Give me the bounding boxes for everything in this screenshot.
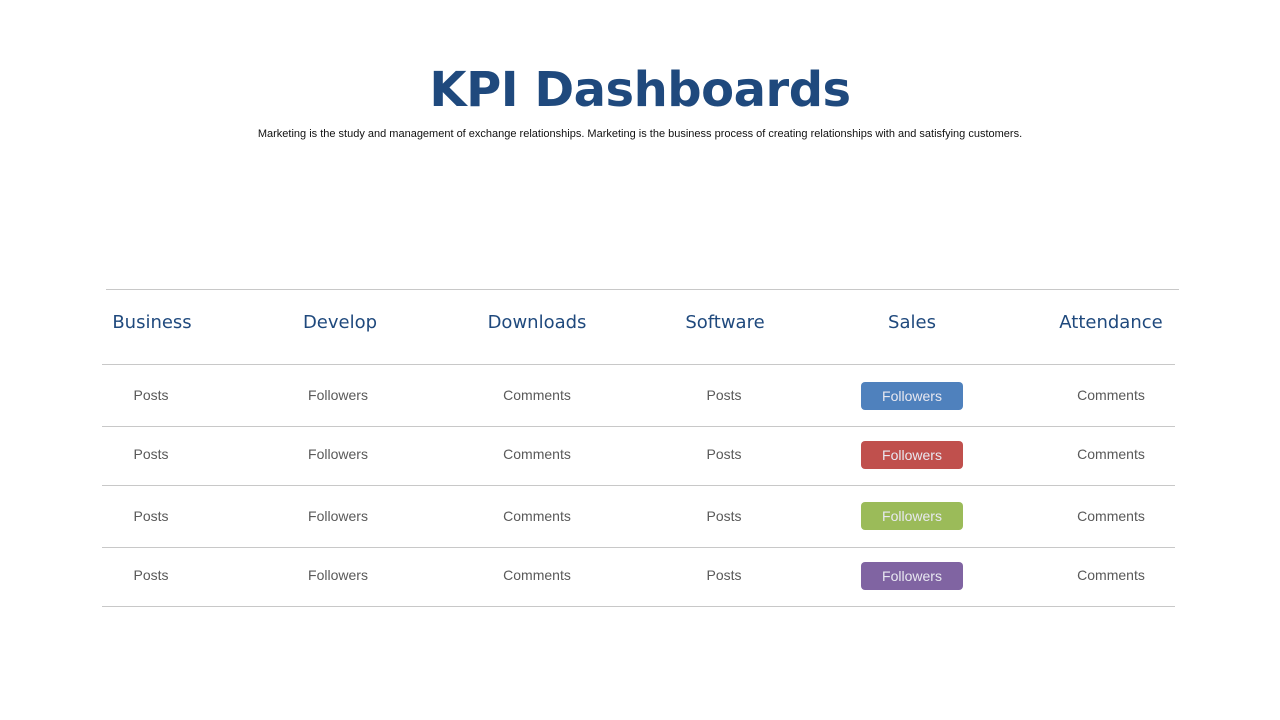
- column-header-sales: Sales: [888, 312, 936, 333]
- status-badge: Followers: [861, 562, 963, 590]
- table-cell: Posts: [706, 387, 742, 403]
- row-divider: [102, 547, 1175, 548]
- table-cell: Comments: [1077, 387, 1145, 403]
- table-cell: Posts: [706, 446, 742, 462]
- table-cell: Posts: [133, 446, 169, 462]
- table-cell: Posts: [133, 508, 169, 524]
- header-rule: [102, 364, 1175, 365]
- table-cell: Posts: [133, 567, 169, 583]
- column-header-develop: Develop: [302, 312, 378, 333]
- row-divider: [102, 485, 1175, 486]
- table-cell: Comments: [503, 387, 571, 403]
- table-cell: Followers: [308, 446, 368, 462]
- page-subtitle: Marketing is the study and management of…: [257, 128, 1023, 140]
- table-cell: Comments: [1077, 567, 1145, 583]
- table-top-rule: [106, 289, 1179, 290]
- table-cell: Comments: [1077, 508, 1145, 524]
- table-cell: Followers: [308, 567, 368, 583]
- table-cell: Comments: [503, 446, 571, 462]
- table-cell: Followers: [308, 508, 368, 524]
- status-badge: Followers: [861, 382, 963, 410]
- table-cell: Posts: [133, 387, 169, 403]
- slide: KPI Dashboards Marketing is the study an…: [0, 0, 1280, 720]
- column-header-software: Software: [685, 312, 765, 333]
- table-cell: Comments: [1077, 446, 1145, 462]
- table-cell: Comments: [503, 567, 571, 583]
- column-header-attendance: Attendance: [1059, 312, 1163, 333]
- column-header-downloads: Downloads: [487, 312, 587, 333]
- table-bottom-rule: [102, 606, 1175, 607]
- table-cell: Followers: [308, 387, 368, 403]
- column-header-business: Business: [112, 312, 192, 333]
- page-title: KPI Dashboards: [429, 62, 851, 118]
- status-badge: Followers: [861, 502, 963, 530]
- status-badge: Followers: [861, 441, 963, 469]
- table-cell: Posts: [706, 567, 742, 583]
- table-cell: Comments: [503, 508, 571, 524]
- table-cell: Posts: [706, 508, 742, 524]
- row-divider: [102, 426, 1175, 427]
